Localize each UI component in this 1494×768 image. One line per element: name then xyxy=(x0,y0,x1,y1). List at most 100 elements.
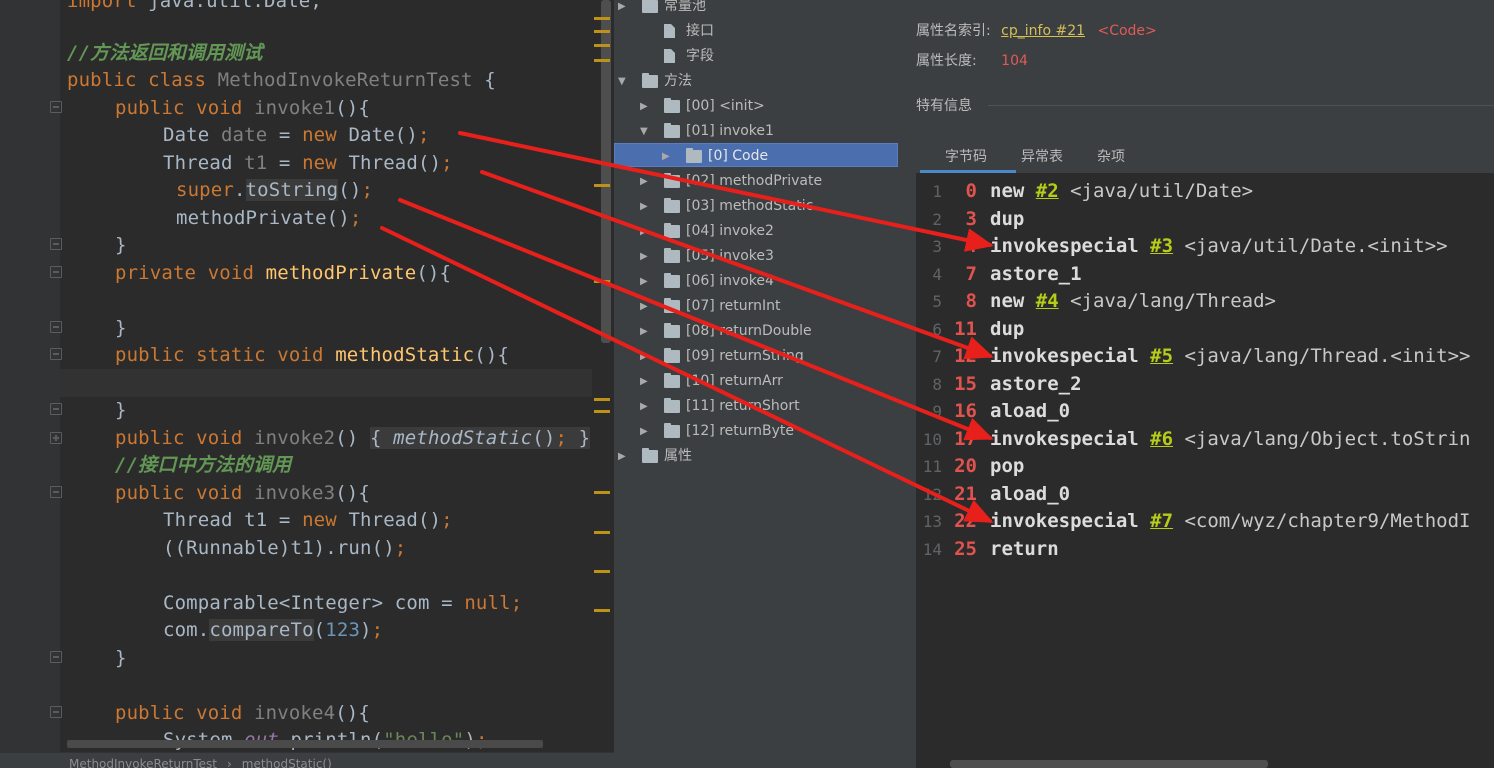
bytecode-line: 14 25 return xyxy=(916,536,1494,563)
fold-icon[interactable] xyxy=(50,403,62,415)
tree-item[interactable]: ▶ [12] returnByte xyxy=(614,419,898,444)
opcode: invokespecial xyxy=(990,345,1151,367)
constant-pool-ref-link[interactable]: #3 xyxy=(1150,235,1173,257)
tree-item-label: 属性 xyxy=(664,448,692,464)
warning-marker[interactable] xyxy=(594,398,610,401)
warning-marker[interactable] xyxy=(594,17,610,20)
attribute-length-label: 属性长度: xyxy=(916,53,977,69)
file-icon xyxy=(664,49,675,63)
collapsed-arrow-icon[interactable]: ▶ xyxy=(640,94,650,119)
tree-item[interactable]: ▶ [07] returnInt xyxy=(614,294,898,319)
tree-item[interactable]: ▶ [08] returnDouble xyxy=(614,319,898,344)
collapsed-arrow-icon[interactable]: ▶ xyxy=(640,169,650,194)
tree-item[interactable]: ▶ [02] methodPrivate xyxy=(614,169,898,194)
tree-item[interactable]: ▶ [03] methodStatic xyxy=(614,194,898,219)
tab-exception-table[interactable]: 异常表 xyxy=(1021,146,1063,166)
collapsed-arrow-icon[interactable]: ▶ xyxy=(618,444,628,469)
expanded-arrow-icon[interactable]: ▼ xyxy=(640,119,650,144)
folder-icon xyxy=(664,273,680,288)
tree-item-label: [00] <init> xyxy=(686,98,765,114)
code-line: private void methodPrivate(){ xyxy=(115,262,452,284)
bytecode-view[interactable]: 1 0 new #2 <java/util/Date> 2 3 dup 3 4 invokesp… xyxy=(916,173,1494,768)
opcode: invokespecial xyxy=(990,427,1151,450)
tree-item[interactable]: ▶ 常量池 xyxy=(614,0,898,19)
bytecode-instruction: invokespecial #6 <java/lang/Object.toStr… xyxy=(990,426,1470,453)
code-editor[interactable]: import java.util.Date; //方法返回和调用测试 publi… xyxy=(0,0,614,768)
tree-item[interactable]: ▶ [05] invoke3 xyxy=(614,244,898,269)
warning-marker[interactable] xyxy=(594,531,610,534)
tree-item[interactable]: ▶ [06] invoke4 xyxy=(614,269,898,294)
tree-item[interactable]: 接口 xyxy=(614,19,898,44)
bytecode-offset: 4 xyxy=(965,235,977,257)
folder-icon xyxy=(664,123,680,138)
tree-item[interactable]: ▶ [00] <init> xyxy=(614,94,898,119)
collapsed-arrow-icon[interactable]: ▶ xyxy=(640,394,650,419)
collapsed-arrow-icon[interactable]: ▶ xyxy=(640,319,650,344)
constant-pool-ref-link[interactable]: #6 xyxy=(1150,428,1173,450)
operand-comment: <java/lang/Thread> xyxy=(1058,290,1276,312)
tree-item[interactable]: ▶ [04] invoke2 xyxy=(614,219,898,244)
constant-pool-ref-link[interactable]: #7 xyxy=(1150,510,1173,532)
class-structure-tree[interactable]: ▶ 常量池 接口 字段 ▼ 方法 ▶ [00] <init> ▼ [01] invoke1 ▶ [0]… xyxy=(614,0,900,768)
tree-item-label: [09] returnString xyxy=(686,348,804,364)
vertical-scrollbar[interactable] xyxy=(601,0,611,343)
collapsed-arrow-icon[interactable]: ▶ xyxy=(640,344,650,369)
tree-item[interactable]: ▶ [09] returnString xyxy=(614,344,898,369)
tree-item[interactable]: ▶ [11] returnShort xyxy=(614,394,898,419)
fold-icon[interactable] xyxy=(50,348,62,360)
collapsed-arrow-icon[interactable]: ▶ xyxy=(640,194,650,219)
warning-marker[interactable] xyxy=(594,410,610,413)
breadcrumb[interactable]: MethodInvokeReturnTest › methodStatic() xyxy=(0,752,614,768)
tree-item-label: [10] returnArr xyxy=(686,373,783,389)
fold-icon[interactable] xyxy=(50,321,62,333)
collapsed-arrow-icon[interactable]: ▶ xyxy=(640,269,650,294)
collapsed-arrow-icon[interactable]: ▶ xyxy=(640,369,650,394)
tree-item[interactable]: ▼ 方法 xyxy=(614,69,898,94)
warning-marker[interactable] xyxy=(594,44,610,47)
fold-icon[interactable] xyxy=(50,238,62,250)
collapsed-arrow-icon[interactable]: ▶ xyxy=(640,219,650,244)
bytecode-instruction: astore_2 xyxy=(990,371,1082,398)
collapsed-arrow-icon[interactable]: ▶ xyxy=(640,244,650,269)
constant-pool-ref-link[interactable]: #5 xyxy=(1150,345,1173,367)
fold-icon[interactable] xyxy=(50,486,62,498)
warning-marker[interactable] xyxy=(594,59,610,62)
collapsed-arrow-icon[interactable]: ▶ xyxy=(662,144,672,169)
name-index-link[interactable]: cp_info #21 xyxy=(1001,23,1085,39)
tab-bytecode[interactable]: 字节码 xyxy=(945,146,987,166)
warning-marker[interactable] xyxy=(594,184,610,187)
collapsed-arrow-icon[interactable]: ▶ xyxy=(640,419,650,444)
tree-item[interactable]: ▶ [10] returnArr xyxy=(614,369,898,394)
expand-icon[interactable] xyxy=(50,432,62,444)
warning-marker[interactable] xyxy=(594,491,610,494)
line-number: 8 xyxy=(932,374,942,394)
fold-icon[interactable] xyxy=(50,706,62,718)
warning-marker[interactable] xyxy=(594,280,610,283)
file-icon xyxy=(664,24,675,38)
constant-pool-ref-link[interactable]: #2 xyxy=(1036,180,1059,202)
collapsed-arrow-icon[interactable]: ▶ xyxy=(618,0,628,19)
horizontal-scrollbar[interactable] xyxy=(67,740,543,748)
bytecode-horizontal-scrollbar[interactable] xyxy=(950,760,1268,768)
tree-item[interactable]: 字段 xyxy=(614,44,898,69)
bytecode-line: 5 8 new #4 <java/lang/Thread> xyxy=(916,288,1494,315)
tree-item[interactable]: ▼ [01] invoke1 xyxy=(614,119,898,144)
code-line: Thread t1 = new Thread(); xyxy=(163,152,453,174)
tree-item[interactable]: ▶ [0] Code xyxy=(614,144,898,169)
collapsed-arrow-icon[interactable]: ▶ xyxy=(640,294,650,319)
folder-icon xyxy=(664,323,680,338)
warning-marker[interactable] xyxy=(594,570,610,573)
warning-marker[interactable] xyxy=(594,609,610,612)
fold-icon[interactable] xyxy=(50,266,62,278)
fold-icon[interactable] xyxy=(50,101,62,113)
tree-item[interactable]: ▶ 属性 xyxy=(614,444,898,469)
fold-icon[interactable] xyxy=(50,651,62,663)
breadcrumb-class[interactable]: MethodInvokeReturnTest xyxy=(69,757,217,768)
line-number: 10 xyxy=(922,429,942,449)
breadcrumb-method[interactable]: methodStatic() xyxy=(242,757,332,768)
bytecode-offset: 7 xyxy=(965,262,977,285)
expanded-arrow-icon[interactable]: ▼ xyxy=(618,69,628,94)
constant-pool-ref-link[interactable]: #4 xyxy=(1036,290,1059,312)
tab-misc[interactable]: 杂项 xyxy=(1097,146,1125,166)
warning-marker[interactable] xyxy=(594,30,610,33)
